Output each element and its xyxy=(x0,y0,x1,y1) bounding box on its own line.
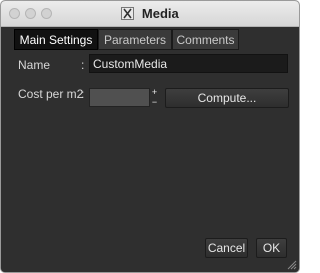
cost-per-m2-label: Cost per m2 xyxy=(18,87,84,101)
x11-icon xyxy=(121,7,135,20)
tab-parameters[interactable]: Parameters xyxy=(98,29,172,50)
cost-per-m2-field[interactable] xyxy=(89,88,150,107)
compute-button[interactable]: Compute... xyxy=(165,88,289,108)
spin-down-icon[interactable]: − xyxy=(150,98,159,107)
name-colon: : xyxy=(81,58,85,72)
name-label: Name xyxy=(18,58,51,72)
resize-grip-icon[interactable] xyxy=(287,260,297,270)
window-title: Media xyxy=(141,6,179,21)
dialog-content: Main Settings Parameters Comments Name :… xyxy=(1,27,299,272)
title-bar: Media xyxy=(1,1,299,27)
name-field[interactable] xyxy=(89,54,288,73)
window-title-container: Media xyxy=(1,6,299,21)
tab-bar: Main Settings Parameters Comments xyxy=(14,29,239,50)
cancel-button[interactable]: Cancel xyxy=(205,238,248,258)
cost-colon: : xyxy=(81,87,85,101)
tab-main-settings[interactable]: Main Settings xyxy=(14,29,98,50)
cost-spinner: + − xyxy=(150,88,159,107)
media-dialog-window: Media Main Settings Parameters Comments … xyxy=(0,0,300,273)
ok-button[interactable]: OK xyxy=(256,238,287,258)
spin-up-icon[interactable]: + xyxy=(150,88,159,97)
tab-comments[interactable]: Comments xyxy=(172,29,239,50)
